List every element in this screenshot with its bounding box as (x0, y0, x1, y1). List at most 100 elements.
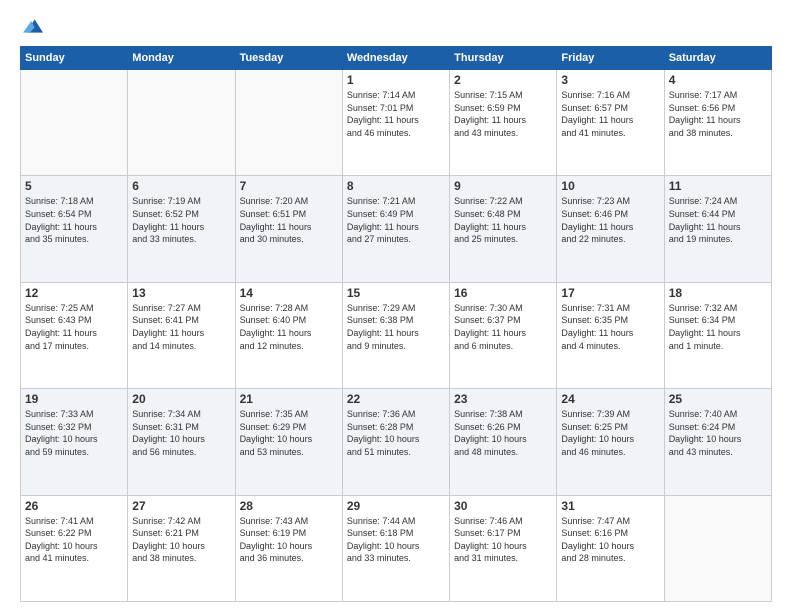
calendar-cell: 30Sunrise: 7:46 AM Sunset: 6:17 PM Dayli… (450, 495, 557, 601)
calendar-cell: 1 Sunrise: 7:14 AM Sunset: 7:01 PM Daylig… (342, 70, 449, 176)
calendar-cell (21, 70, 128, 176)
day-of-week-header: Monday (128, 47, 235, 70)
day-info: Sunrise: 7:20 AM Sunset: 6:51 PM Dayligh… (240, 195, 338, 245)
day-info: Sunrise: 7:36 AM Sunset: 6:28 PM Dayligh… (347, 408, 445, 458)
day-info: Sunrise: 7:41 AM Sunset: 6:22 PM Dayligh… (25, 515, 123, 565)
day-number: 22 (347, 392, 445, 406)
day-number: 12 (25, 286, 123, 300)
calendar-cell: 18 Sunrise: 7:32 AM Sunset: 6:34 PM Dayli… (664, 282, 771, 388)
calendar-cell: 17 Sunrise: 7:31 AM Sunset: 6:35 PM Dayli… (557, 282, 664, 388)
day-info: Sunrise: 7:39 AM Sunset: 6:25 PM Dayligh… (561, 408, 659, 458)
calendar-week-row: 5Sunrise: 7:18 AM Sunset: 6:54 PM Daylig… (21, 176, 772, 282)
day-number: 25 (669, 392, 767, 406)
day-info: Sunrise: 7:17 AM Sunset: 6:56 PM Dayligh… (669, 89, 767, 139)
day-number: 7 (240, 179, 338, 193)
calendar-cell: 2 Sunrise: 7:15 AM Sunset: 6:59 PM Daylig… (450, 70, 557, 176)
day-info: Sunrise: 7:40 AM Sunset: 6:24 PM Dayligh… (669, 408, 767, 458)
day-of-week-header: Friday (557, 47, 664, 70)
day-info: Sunrise: 7:14 AM Sunset: 7:01 PM Dayligh… (347, 89, 445, 139)
calendar-cell: 5Sunrise: 7:18 AM Sunset: 6:54 PM Daylig… (21, 176, 128, 282)
calendar-cell: 14 Sunrise: 7:28 AM Sunset: 6:40 PM Dayli… (235, 282, 342, 388)
calendar-week-row: 26 Sunrise: 7:41 AM Sunset: 6:22 PM Dayli… (21, 495, 772, 601)
calendar-cell: 19Sunrise: 7:33 AM Sunset: 6:32 PM Dayli… (21, 389, 128, 495)
calendar-cell: 13Sunrise: 7:27 AM Sunset: 6:41 PM Dayli… (128, 282, 235, 388)
day-info: Sunrise: 7:32 AM Sunset: 6:34 PM Dayligh… (669, 302, 767, 352)
calendar-cell: 22 Sunrise: 7:36 AM Sunset: 6:28 PM Dayli… (342, 389, 449, 495)
day-number: 15 (347, 286, 445, 300)
day-number: 29 (347, 499, 445, 513)
calendar-cell: 31 Sunrise: 7:47 AM Sunset: 6:16 PM Dayli… (557, 495, 664, 601)
calendar-cell: 16 Sunrise: 7:30 AM Sunset: 6:37 PM Dayli… (450, 282, 557, 388)
calendar-cell: 9Sunrise: 7:22 AM Sunset: 6:48 PM Daylig… (450, 176, 557, 282)
day-info: Sunrise: 7:16 AM Sunset: 6:57 PM Dayligh… (561, 89, 659, 139)
day-number: 8 (347, 179, 445, 193)
day-info: Sunrise: 7:31 AM Sunset: 6:35 PM Dayligh… (561, 302, 659, 352)
day-info: Sunrise: 7:29 AM Sunset: 6:38 PM Dayligh… (347, 302, 445, 352)
day-number: 9 (454, 179, 552, 193)
day-info: Sunrise: 7:34 AM Sunset: 6:31 PM Dayligh… (132, 408, 230, 458)
day-number: 26 (25, 499, 123, 513)
day-number: 14 (240, 286, 338, 300)
day-info: Sunrise: 7:30 AM Sunset: 6:37 PM Dayligh… (454, 302, 552, 352)
day-of-week-header: Thursday (450, 47, 557, 70)
calendar-cell: 10 Sunrise: 7:23 AM Sunset: 6:46 PM Dayli… (557, 176, 664, 282)
day-info: Sunrise: 7:18 AM Sunset: 6:54 PM Dayligh… (25, 195, 123, 245)
logo-icon (23, 16, 43, 36)
day-info: Sunrise: 7:28 AM Sunset: 6:40 PM Dayligh… (240, 302, 338, 352)
calendar-cell (235, 70, 342, 176)
calendar-week-row: 1 Sunrise: 7:14 AM Sunset: 7:01 PM Daylig… (21, 70, 772, 176)
calendar-cell: 28 Sunrise: 7:43 AM Sunset: 6:19 PM Dayli… (235, 495, 342, 601)
day-number: 4 (669, 73, 767, 87)
header (20, 16, 772, 36)
day-of-week-header: Saturday (664, 47, 771, 70)
calendar-cell: 7 Sunrise: 7:20 AM Sunset: 6:51 PM Daylig… (235, 176, 342, 282)
day-number: 20 (132, 392, 230, 406)
day-info: Sunrise: 7:21 AM Sunset: 6:49 PM Dayligh… (347, 195, 445, 245)
calendar-cell: 11 Sunrise: 7:24 AM Sunset: 6:44 PM Dayli… (664, 176, 771, 282)
calendar-cell: 12 Sunrise: 7:25 AM Sunset: 6:43 PM Dayli… (21, 282, 128, 388)
calendar-cell: 29 Sunrise: 7:44 AM Sunset: 6:18 PM Dayli… (342, 495, 449, 601)
page: SundayMondayTuesdayWednesdayThursdayFrid… (0, 0, 792, 612)
day-info: Sunrise: 7:25 AM Sunset: 6:43 PM Dayligh… (25, 302, 123, 352)
calendar-cell: 25 Sunrise: 7:40 AM Sunset: 6:24 PM Dayli… (664, 389, 771, 495)
day-info: Sunrise: 7:38 AM Sunset: 6:26 PM Dayligh… (454, 408, 552, 458)
day-number: 18 (669, 286, 767, 300)
calendar: SundayMondayTuesdayWednesdayThursdayFrid… (20, 46, 772, 602)
day-of-week-header: Sunday (21, 47, 128, 70)
day-number: 16 (454, 286, 552, 300)
day-number: 6 (132, 179, 230, 193)
calendar-cell: 20 Sunrise: 7:34 AM Sunset: 6:31 PM Dayli… (128, 389, 235, 495)
day-info: Sunrise: 7:42 AM Sunset: 6:21 PM Dayligh… (132, 515, 230, 565)
day-of-week-header: Tuesday (235, 47, 342, 70)
calendar-cell: 8 Sunrise: 7:21 AM Sunset: 6:49 PM Daylig… (342, 176, 449, 282)
day-info: Sunrise: 7:44 AM Sunset: 6:18 PM Dayligh… (347, 515, 445, 565)
day-info: Sunrise: 7:47 AM Sunset: 6:16 PM Dayligh… (561, 515, 659, 565)
calendar-cell: 6Sunrise: 7:19 AM Sunset: 6:52 PM Daylig… (128, 176, 235, 282)
day-info: Sunrise: 7:43 AM Sunset: 6:19 PM Dayligh… (240, 515, 338, 565)
day-number: 31 (561, 499, 659, 513)
day-info: Sunrise: 7:23 AM Sunset: 6:46 PM Dayligh… (561, 195, 659, 245)
calendar-cell: 3 Sunrise: 7:16 AM Sunset: 6:57 PM Daylig… (557, 70, 664, 176)
logo (20, 16, 43, 36)
day-number: 24 (561, 392, 659, 406)
day-number: 10 (561, 179, 659, 193)
day-number: 2 (454, 73, 552, 87)
day-info: Sunrise: 7:15 AM Sunset: 6:59 PM Dayligh… (454, 89, 552, 139)
day-number: 3 (561, 73, 659, 87)
calendar-cell: 23 Sunrise: 7:38 AM Sunset: 6:26 PM Dayli… (450, 389, 557, 495)
day-number: 23 (454, 392, 552, 406)
day-number: 11 (669, 179, 767, 193)
day-number: 28 (240, 499, 338, 513)
calendar-cell (664, 495, 771, 601)
day-info: Sunrise: 7:46 AM Sunset: 6:17 PM Dayligh… (454, 515, 552, 565)
day-info: Sunrise: 7:27 AM Sunset: 6:41 PM Dayligh… (132, 302, 230, 352)
day-info: Sunrise: 7:24 AM Sunset: 6:44 PM Dayligh… (669, 195, 767, 245)
calendar-cell: 26 Sunrise: 7:41 AM Sunset: 6:22 PM Dayli… (21, 495, 128, 601)
day-info: Sunrise: 7:33 AM Sunset: 6:32 PM Dayligh… (25, 408, 123, 458)
day-number: 17 (561, 286, 659, 300)
day-number: 21 (240, 392, 338, 406)
calendar-cell: 24 Sunrise: 7:39 AM Sunset: 6:25 PM Dayli… (557, 389, 664, 495)
day-number: 1 (347, 73, 445, 87)
calendar-cell (128, 70, 235, 176)
header-row: SundayMondayTuesdayWednesdayThursdayFrid… (21, 47, 772, 70)
